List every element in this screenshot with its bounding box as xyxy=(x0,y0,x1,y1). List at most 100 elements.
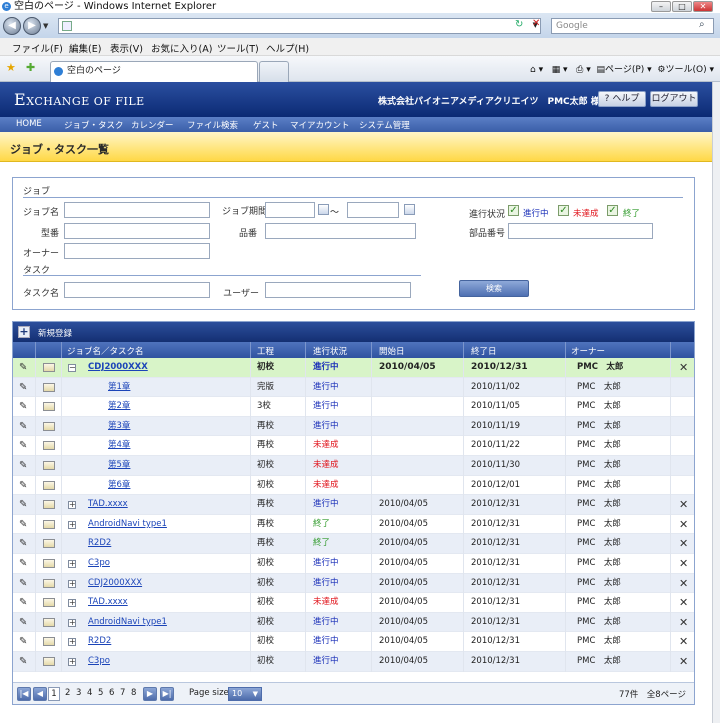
nav-calendar[interactable]: カレンダー xyxy=(131,119,174,131)
header-owner[interactable]: オーナー xyxy=(571,345,605,357)
mail-icon[interactable] xyxy=(43,539,55,549)
task-row[interactable]: ✎ 第4章 再校 未達成 2010/11/22 PMC 太郎 xyxy=(13,436,694,456)
search-icon[interactable]: ⌕ xyxy=(699,19,705,30)
tools-menu-button[interactable]: ⚙ツール(O) ▾ xyxy=(657,65,714,75)
nav-system-admin[interactable]: システム管理 xyxy=(359,119,410,131)
job-row[interactable]: ✎ + TAD.xxxx 初校 未達成 2010/04/05 2010/12/31 PMC 太… xyxy=(13,593,694,613)
mail-icon[interactable] xyxy=(43,519,55,529)
delete-icon[interactable]: ✕ xyxy=(679,593,688,613)
mail-icon[interactable] xyxy=(43,363,55,372)
menu-help[interactable]: ヘルプ(H) xyxy=(266,41,309,55)
job-name-input[interactable] xyxy=(64,202,210,218)
first-page-button[interactable]: |◀ xyxy=(17,687,31,701)
feeds-icon[interactable]: ▦ ▾ xyxy=(552,65,568,75)
job-row[interactable]: ✎ + TAD.xxxx 再校 進行中 2010/04/05 2010/12/31 PMC 太… xyxy=(13,495,694,515)
minimize-button[interactable]: – xyxy=(651,1,671,12)
delete-icon[interactable]: ✕ xyxy=(679,495,688,515)
nav-guest[interactable]: ゲスト xyxy=(253,119,279,131)
edit-pencil-icon[interactable]: ✎ xyxy=(19,417,27,437)
job-row[interactable]: ✎ + C3po 初校 進行中 2010/04/05 2010/12/31 PMC 太郎 ✕ xyxy=(13,652,694,672)
page-scrollbar[interactable] xyxy=(712,82,720,723)
job-task-name-link[interactable]: 第2章 xyxy=(108,397,130,417)
back-button[interactable]: ◀ xyxy=(3,17,21,35)
job-task-name-link[interactable]: R2D2 xyxy=(88,534,111,554)
status-in-progress-checkbox[interactable]: ✓ xyxy=(508,205,519,216)
collapse-icon[interactable]: − xyxy=(68,364,76,372)
job-task-name-link[interactable]: AndroidNavi type1 xyxy=(88,515,167,535)
page-size-select[interactable]: 10 ▼ xyxy=(228,687,262,701)
page-4[interactable]: 4 xyxy=(87,688,92,698)
mail-icon[interactable] xyxy=(43,500,55,510)
mail-icon[interactable] xyxy=(43,598,55,608)
job-row[interactable]: ✎ + AndroidNavi type1 再校 終了 2010/04/05 2010/12… xyxy=(13,514,694,535)
logout-button[interactable]: ログアウト xyxy=(650,91,698,107)
job-row[interactable]: ✎ + C3po 初校 進行中 2010/04/05 2010/12/31 PMC 太郎 ✕ xyxy=(13,554,694,574)
home-icon[interactable]: ⌂ ▾ xyxy=(530,65,543,75)
period-start-input[interactable] xyxy=(265,202,315,218)
help-button[interactable]: ? ヘルプ xyxy=(598,91,646,107)
mail-icon[interactable] xyxy=(43,421,55,431)
new-registration-link[interactable]: 新規登録 xyxy=(38,327,72,339)
history-dropdown-icon[interactable]: ▼ xyxy=(43,22,48,30)
page-3[interactable]: 3 xyxy=(76,688,81,698)
task-row[interactable]: ✎ 第2章 3校 進行中 2010/11/05 PMC 太郎 xyxy=(13,397,694,417)
mail-icon[interactable] xyxy=(43,578,55,588)
menu-file[interactable]: ファイル(F) xyxy=(12,41,63,55)
job-row[interactable]: ✎ + R2D2 初校 進行中 2010/04/05 2010/12/31 PMC 太郎 ✕ xyxy=(13,632,694,652)
job-task-name-link[interactable]: 第3章 xyxy=(108,417,130,437)
job-row[interactable]: ✎ + CDJ2000XXX 初校 進行中 2010/04/05 2010/12/31 PMC… xyxy=(13,573,694,594)
status-not-achieved-checkbox[interactable]: ✓ xyxy=(558,205,569,216)
job-task-name-link[interactable]: TAD.xxxx xyxy=(88,593,128,613)
delete-icon[interactable]: ✕ xyxy=(679,534,688,554)
menu-favorites[interactable]: お気に入り(A) xyxy=(151,41,212,55)
header-start-date[interactable]: 開始日 xyxy=(379,345,405,357)
calendar-start-icon[interactable] xyxy=(318,204,329,215)
job-task-name-link[interactable]: CDJ2000XXX xyxy=(88,358,148,378)
page-8[interactable]: 8 xyxy=(131,688,136,698)
page-1[interactable]: 1 xyxy=(48,687,60,701)
edit-pencil-icon[interactable]: ✎ xyxy=(19,358,27,378)
delete-icon[interactable]: ✕ xyxy=(679,613,688,633)
expand-icon[interactable]: + xyxy=(68,658,76,666)
menu-view[interactable]: 表示(V) xyxy=(110,41,143,55)
print-icon[interactable]: ⎙ ▾ xyxy=(576,65,591,75)
page-6[interactable]: 6 xyxy=(109,688,114,698)
page-2[interactable]: 2 xyxy=(65,688,70,698)
edit-pencil-icon[interactable]: ✎ xyxy=(19,476,27,496)
delete-icon[interactable]: ✕ xyxy=(679,515,688,535)
next-page-button[interactable]: ▶ xyxy=(143,687,157,701)
edit-pencil-icon[interactable]: ✎ xyxy=(19,534,27,554)
edit-pencil-icon[interactable]: ✎ xyxy=(19,495,27,515)
address-input[interactable]: ▼ xyxy=(58,18,541,34)
expand-icon[interactable]: + xyxy=(68,560,76,568)
search-input[interactable]: Google xyxy=(551,18,714,34)
browser-tab[interactable]: 空白のページ xyxy=(50,61,258,82)
owner-input[interactable] xyxy=(64,243,210,259)
mail-icon[interactable] xyxy=(43,657,55,666)
edit-pencil-icon[interactable]: ✎ xyxy=(19,632,27,652)
job-task-name-link[interactable]: 第5章 xyxy=(108,456,130,476)
add-icon[interactable]: + xyxy=(18,326,30,338)
mail-icon[interactable] xyxy=(43,559,55,568)
expand-icon[interactable]: + xyxy=(68,501,76,510)
mail-icon[interactable] xyxy=(43,382,55,392)
header-process[interactable]: 工程 xyxy=(257,345,274,357)
edit-pencil-icon[interactable]: ✎ xyxy=(19,378,27,398)
page-7[interactable]: 7 xyxy=(120,688,125,698)
mail-icon[interactable] xyxy=(43,480,55,490)
page-menu-button[interactable]: ▤ページ(P) ▾ xyxy=(597,65,652,75)
last-page-button[interactable]: ▶| xyxy=(160,687,174,701)
menu-edit[interactable]: 編集(E) xyxy=(69,41,101,55)
mail-icon[interactable] xyxy=(43,461,55,470)
favorites-star-icon[interactable]: ★ xyxy=(6,61,16,74)
part-number-input[interactable] xyxy=(508,223,653,239)
edit-pencil-icon[interactable]: ✎ xyxy=(19,397,27,417)
delete-icon[interactable]: ✕ xyxy=(679,358,688,378)
task-name-input[interactable] xyxy=(64,282,210,298)
edit-pencil-icon[interactable]: ✎ xyxy=(19,436,27,456)
delete-icon[interactable]: ✕ xyxy=(679,632,688,652)
job-task-name-link[interactable]: 第1章 xyxy=(108,378,130,398)
job-task-name-link[interactable]: TAD.xxxx xyxy=(88,495,128,515)
mail-icon[interactable] xyxy=(43,637,55,647)
search-button[interactable]: 検索 xyxy=(459,280,529,297)
